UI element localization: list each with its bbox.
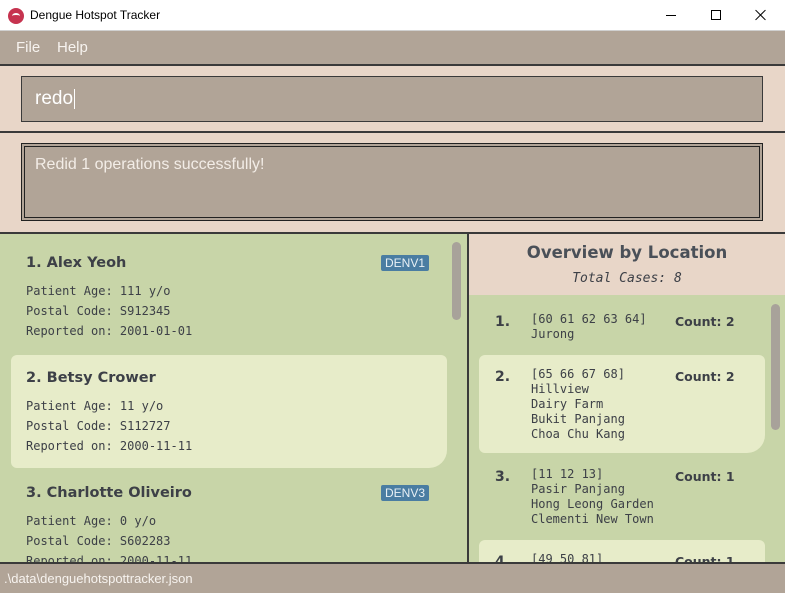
location-card[interactable]: 3. [11 12 13] Pasir Panjang Hong Leong G… bbox=[479, 455, 765, 538]
total-cases: Total Cases: 8 bbox=[572, 271, 682, 286]
overview-header: Overview by Location Total Cases: 8 bbox=[469, 234, 785, 295]
menu-file[interactable]: File bbox=[16, 39, 40, 56]
result-display: Redid 1 operations successfully! bbox=[21, 143, 763, 221]
maximize-button[interactable] bbox=[693, 0, 738, 30]
location-count: Count: 2 bbox=[675, 369, 735, 384]
menu-help[interactable]: Help bbox=[57, 39, 88, 56]
location-name: Hillview bbox=[531, 382, 589, 396]
title-bar: Dengue Hotspot Tracker bbox=[0, 0, 785, 31]
menu-bar: File Help bbox=[0, 31, 785, 64]
location-name: Dairy Farm bbox=[531, 397, 604, 411]
location-count: Count: 2 bbox=[675, 314, 735, 329]
overview-scrollbar[interactable] bbox=[771, 304, 780, 430]
person-age: Patient Age: 11 y/o bbox=[26, 399, 164, 413]
person-list-scrollbar[interactable] bbox=[452, 242, 461, 320]
location-name: Clementi New Town bbox=[531, 512, 654, 526]
person-reported-date: Reported on: 2000-11-11 bbox=[26, 554, 193, 562]
maximize-icon bbox=[710, 10, 721, 20]
person-card[interactable]: 1. Alex Yeoh Patient Age: 111 y/o Postal… bbox=[11, 240, 447, 353]
location-card[interactable]: 2. [65 66 67 68] Hillview Dairy Farm Buk… bbox=[479, 355, 765, 453]
overview-panel: Overview by Location Total Cases: 8 1. [… bbox=[467, 232, 785, 562]
person-list[interactable]: 1. Alex Yeoh Patient Age: 111 y/o Postal… bbox=[0, 232, 467, 562]
data-file-path: .\data\denguehotspottracker.json bbox=[4, 571, 193, 586]
person-reported-date: Reported on: 2000-11-11 bbox=[26, 439, 193, 453]
person-postal-code: Postal Code: S602283 bbox=[26, 534, 171, 548]
window-title: Dengue Hotspot Tracker bbox=[30, 8, 161, 22]
person-reported-date: Reported on: 2001-01-01 bbox=[26, 324, 193, 338]
overview-title: Overview by Location bbox=[526, 243, 728, 262]
close-button[interactable] bbox=[738, 0, 783, 30]
location-count: Count: 1 bbox=[675, 554, 735, 562]
person-age: Patient Age: 111 y/o bbox=[26, 284, 171, 298]
location-card[interactable]: 1. [60 61 62 63 64] Jurong Count: 2 bbox=[479, 300, 765, 353]
location-name: Bukit Panjang bbox=[531, 412, 625, 426]
location-name: Hong Leong Garden bbox=[531, 497, 654, 511]
location-index: 4. bbox=[495, 554, 511, 562]
location-name: Pasir Panjang bbox=[531, 482, 625, 496]
location-card[interactable]: 4. [49 50 81] Count: 1 bbox=[479, 540, 765, 562]
person-name: 3. Charlotte Oliveiro bbox=[26, 485, 192, 501]
variant-tag: DENV3 bbox=[380, 485, 429, 501]
person-postal-code: Postal Code: S912345 bbox=[26, 304, 171, 318]
status-bar: .\data\denguehotspottracker.json bbox=[0, 562, 785, 593]
minimize-icon bbox=[665, 14, 676, 16]
person-card[interactable]: 3. Charlotte Oliveiro Patient Age: 0 y/o… bbox=[11, 470, 447, 562]
text-caret bbox=[74, 88, 76, 109]
person-card[interactable]: 2. Betsy Crower Patient Age: 11 y/o Post… bbox=[11, 355, 447, 468]
location-count: Count: 1 bbox=[675, 469, 735, 484]
person-name: 2. Betsy Crower bbox=[26, 370, 156, 386]
location-index: 2. bbox=[495, 369, 511, 385]
command-text: redo bbox=[35, 88, 74, 109]
location-name: Jurong bbox=[531, 327, 575, 341]
location-name: Choa Chu Kang bbox=[531, 427, 625, 441]
person-postal-code: Postal Code: S112727 bbox=[26, 419, 171, 433]
person-age: Patient Age: 0 y/o bbox=[26, 514, 157, 528]
result-pane: Redid 1 operations successfully! bbox=[0, 131, 785, 232]
app-logo-icon bbox=[8, 8, 24, 24]
variant-tag: DENV1 bbox=[380, 255, 429, 271]
location-index: 1. bbox=[495, 314, 511, 330]
command-pane: redo bbox=[0, 64, 785, 131]
person-name: 1. Alex Yeoh bbox=[26, 255, 127, 271]
minimize-button[interactable] bbox=[648, 0, 693, 30]
location-index: 3. bbox=[495, 469, 511, 485]
close-icon bbox=[755, 9, 767, 21]
command-input[interactable]: redo bbox=[21, 76, 763, 122]
